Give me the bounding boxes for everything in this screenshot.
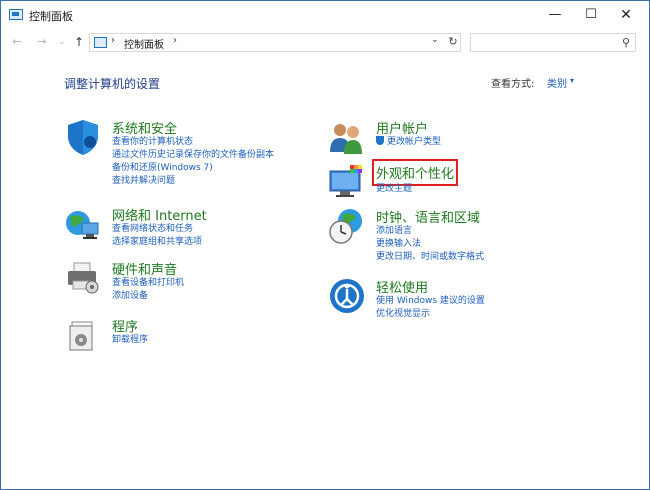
link-network-status[interactable]: 查看网络状态和任务 (112, 223, 202, 236)
ease-of-access-icon[interactable] (328, 277, 366, 315)
link-change-theme[interactable]: 更改主题 (376, 183, 412, 196)
link-optimize-visual-display[interactable]: 优化视觉显示 (376, 308, 485, 321)
category-links: 添加语言 更换输入法 更改日期、时间或数字格式 (376, 225, 484, 264)
title-bar: 控制面板 — ☐ ✕ (1, 1, 649, 31)
maximize-button[interactable]: ☐ (580, 5, 602, 25)
link-homegroup-sharing[interactable]: 选择家庭组和共享选项 (112, 236, 202, 249)
page-title: 调整计算机的设置 (64, 77, 161, 91)
breadcrumb-separator[interactable]: › (111, 35, 115, 46)
link-change-input-method[interactable]: 更换输入法 (376, 238, 484, 251)
category-links: 卸载程序 (112, 334, 148, 347)
uac-shield-icon (376, 136, 384, 145)
breadcrumb-separator[interactable]: › (173, 35, 177, 46)
window-title: 控制面板 (29, 10, 73, 23)
link-add-device[interactable]: 添加设备 (112, 290, 184, 303)
control-panel-app-icon (9, 9, 23, 20)
link-change-date-time-format[interactable]: 更改日期、时间或数字格式 (376, 251, 484, 264)
category-title[interactable]: 时钟、语言和区域 (376, 207, 480, 226)
category-links: 查看设备和打印机 添加设备 (112, 277, 184, 303)
address-bar[interactable]: › 控制面板 › ⌄ (89, 33, 461, 52)
link-add-language[interactable]: 添加语言 (376, 225, 484, 238)
appearance-monitor-icon[interactable] (328, 163, 366, 201)
programs-icon[interactable] (64, 316, 102, 354)
refresh-button[interactable]: ↻ (446, 35, 460, 49)
link-troubleshoot[interactable]: 查找并解决问题 (112, 175, 274, 188)
category-links: 更改主题 (376, 183, 412, 196)
address-dropdown-button[interactable]: ⌄ (431, 35, 439, 45)
link-recommended-settings[interactable]: 使用 Windows 建议的设置 (376, 295, 485, 308)
category-links: 查看网络状态和任务 选择家庭组和共享选项 (112, 223, 202, 249)
link-label[interactable]: 更改帐户类型 (387, 137, 441, 147)
link-view-computer-status[interactable]: 查看你的计算机状态 (112, 136, 274, 149)
minimize-button[interactable]: — (544, 5, 566, 25)
clock-globe-icon[interactable] (328, 207, 366, 245)
category-title[interactable]: 用户帐户 (376, 118, 428, 137)
category-title[interactable]: 轻松使用 (376, 277, 428, 296)
search-icon[interactable]: ⚲ (622, 36, 630, 49)
view-by-dropdown[interactable]: 类别 (547, 75, 567, 90)
category-links: 使用 Windows 建议的设置 优化视觉显示 (376, 295, 485, 321)
up-button[interactable]: ↑ (71, 34, 87, 50)
printer-icon[interactable] (64, 259, 102, 297)
link-file-history[interactable]: 通过文件历史记录保存你的文件备份副本 (112, 149, 274, 162)
category-title[interactable]: 系统和安全 (112, 118, 177, 137)
category-links: 更改帐户类型 (376, 136, 441, 149)
category-title-highlighted[interactable]: 外观和个性化 (371, 159, 459, 186)
back-button[interactable]: ← (9, 34, 25, 50)
link-change-account-type[interactable]: 更改帐户类型 (376, 136, 441, 149)
recent-locations-button[interactable]: ⌄ (54, 34, 70, 50)
category-title[interactable]: 网络和 Internet (112, 205, 207, 224)
control-panel-window: 控制面板 — ☐ ✕ ← → ⌄ ↑ › 控制面板 › ⌄ ↻ ⚲ 调整计算机的… (0, 0, 650, 490)
breadcrumb-control-panel[interactable]: 控制面板 (124, 36, 164, 51)
forward-button[interactable]: → (34, 34, 50, 50)
shield-icon[interactable] (64, 118, 102, 156)
view-by-label: 查看方式: (491, 79, 535, 90)
users-icon[interactable] (328, 118, 366, 156)
close-button[interactable]: ✕ (615, 5, 637, 25)
link-devices-printers[interactable]: 查看设备和打印机 (112, 277, 184, 290)
category-title[interactable]: 硬件和声音 (112, 259, 177, 278)
chevron-down-icon[interactable]: ▾ (570, 76, 574, 85)
network-globe-icon[interactable] (64, 205, 102, 243)
category-title[interactable]: 程序 (112, 316, 138, 335)
search-input[interactable]: ⚲ (470, 33, 636, 52)
navigation-bar: ← → ⌄ ↑ › 控制面板 › ⌄ ↻ ⚲ (1, 31, 649, 55)
link-backup-restore[interactable]: 备份和还原(Windows 7) (112, 162, 274, 175)
category-links: 查看你的计算机状态 通过文件历史记录保存你的文件备份副本 备份和还原(Windo… (112, 136, 274, 188)
control-panel-location-icon (94, 37, 107, 48)
link-uninstall-program[interactable]: 卸载程序 (112, 334, 148, 347)
